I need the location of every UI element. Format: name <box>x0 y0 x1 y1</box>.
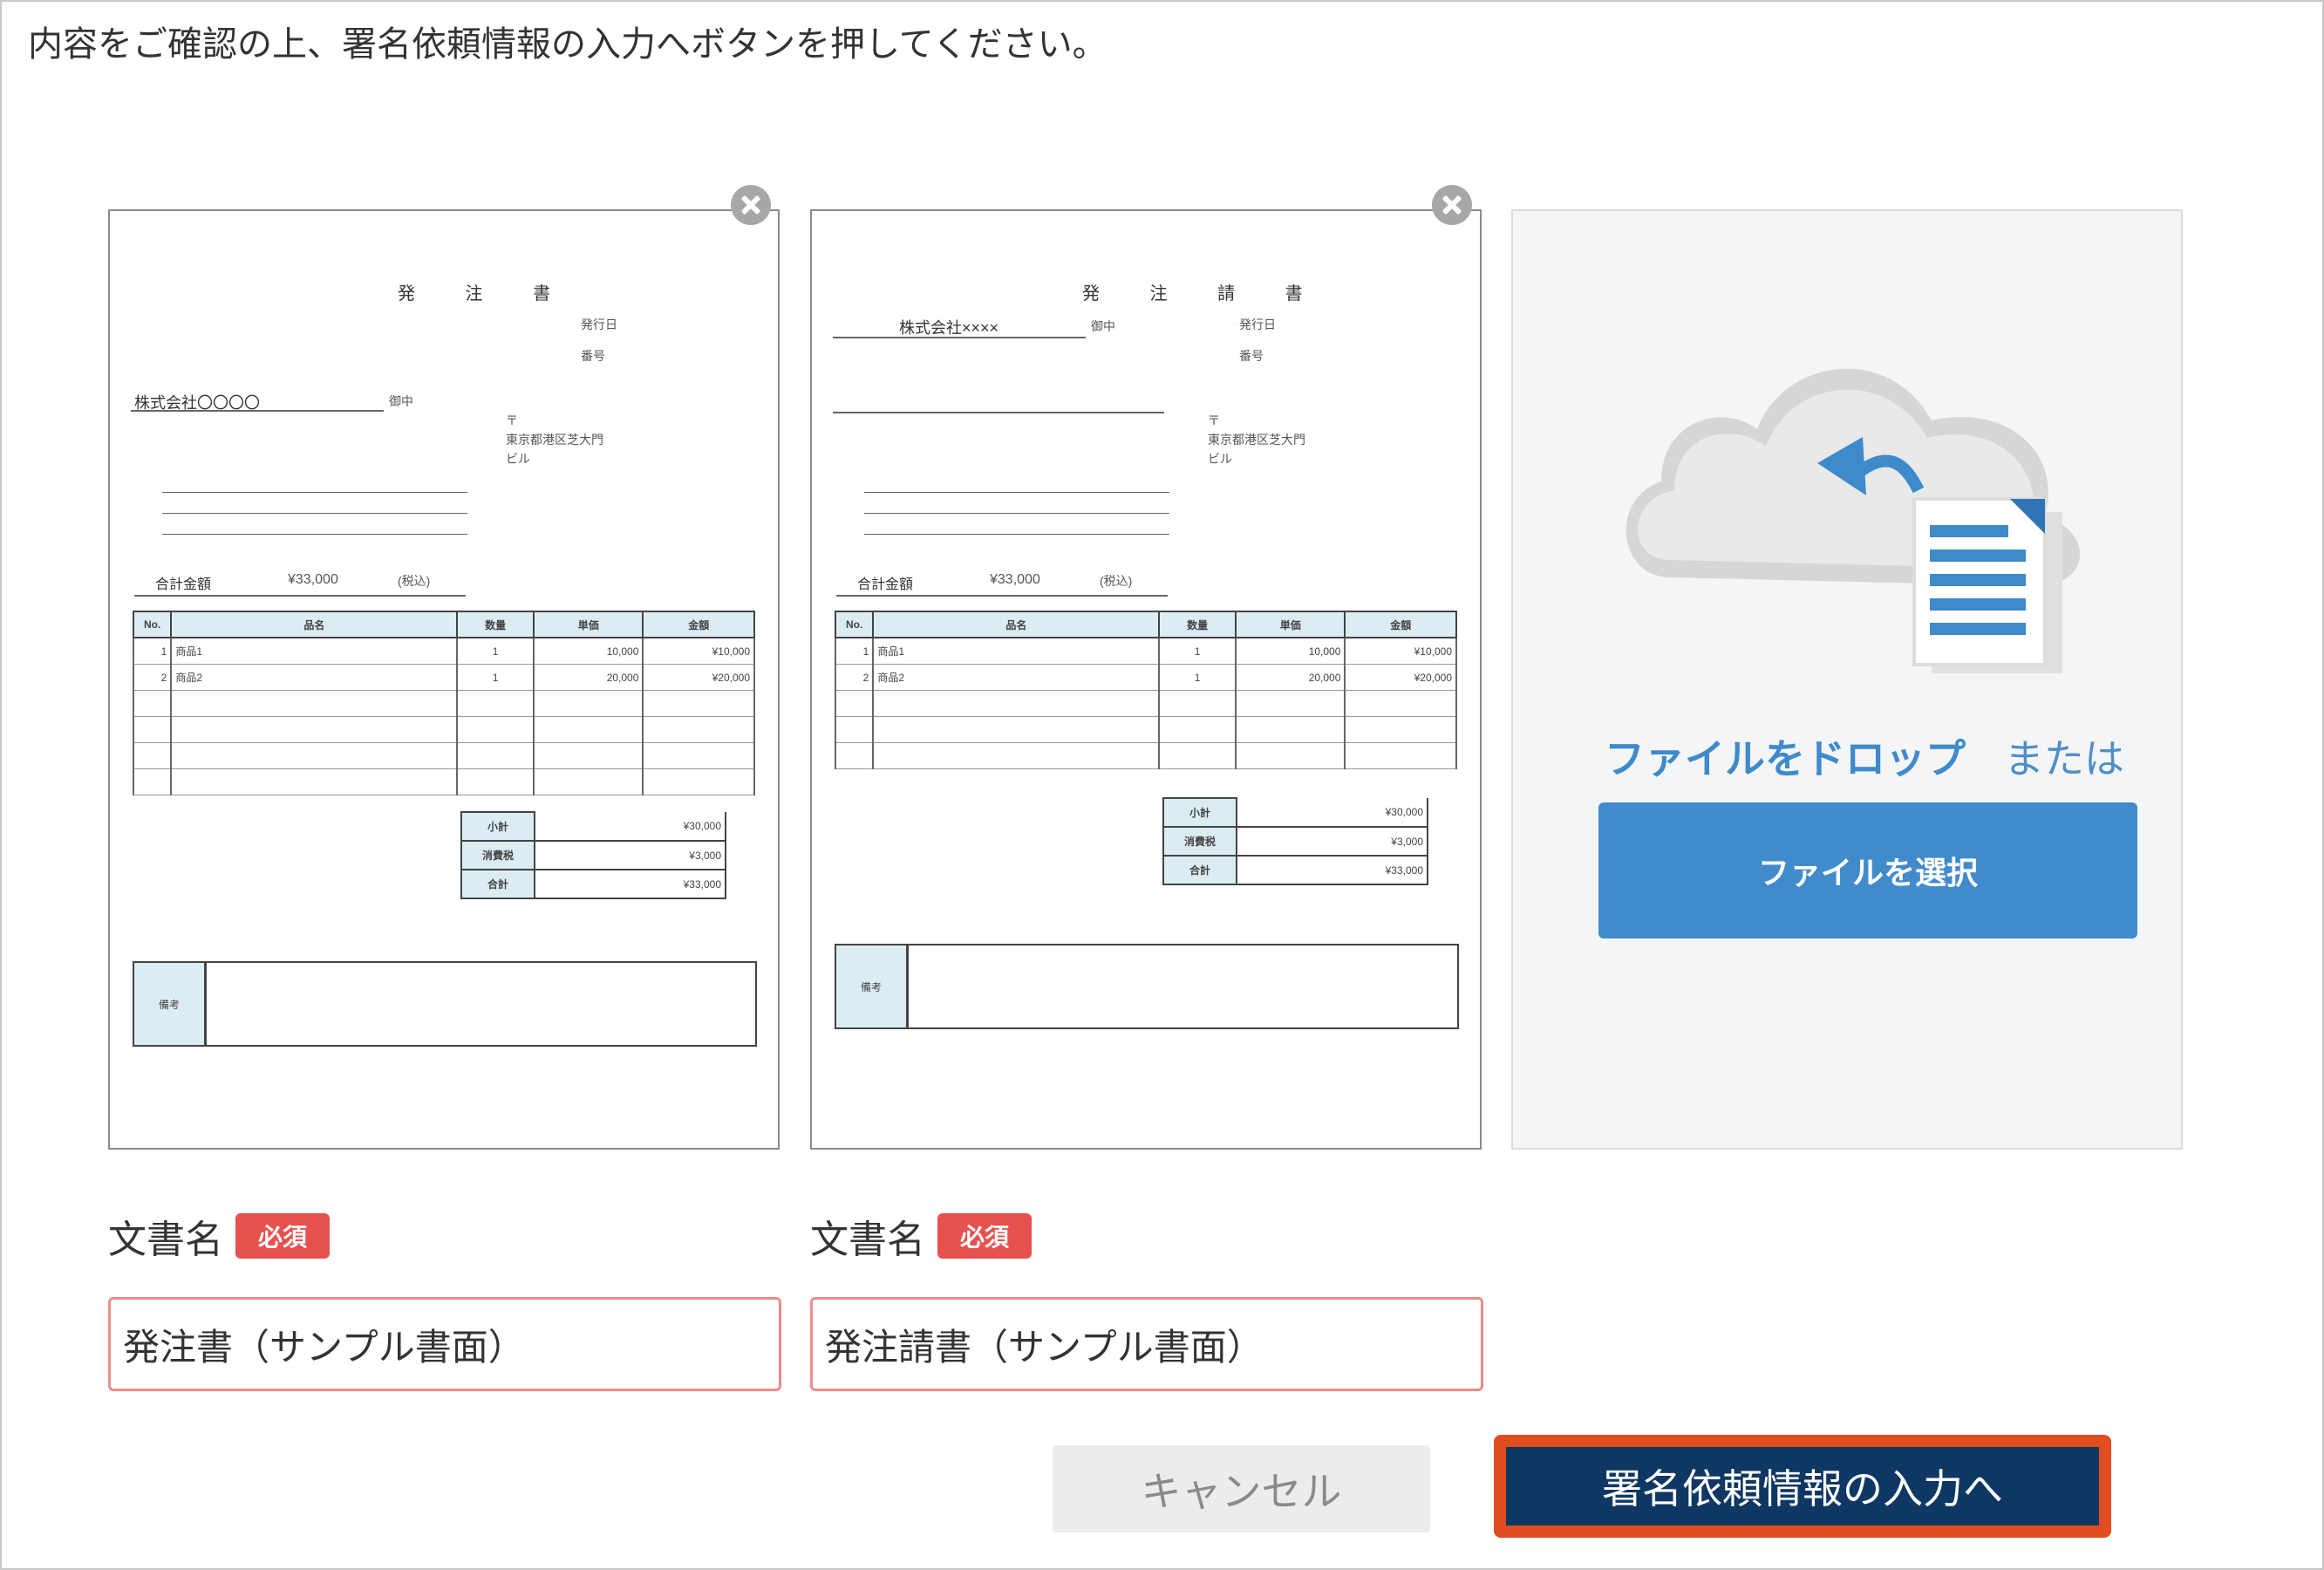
document-name-input-2[interactable] <box>810 1297 1483 1391</box>
doc-honorific: 御中 <box>389 394 413 408</box>
required-badge: 必須 <box>235 1213 331 1259</box>
select-file-button[interactable]: ファイルを選択 <box>1598 802 2137 939</box>
doc-items-table: No. 品名 数量 単価 金額 1 商品1 1 10,000 ¥10,000 2 商品2 1… <box>132 611 755 795</box>
table-row: 1 商品1 1 10,000 ¥10,000 <box>132 638 755 665</box>
document-name-label-2: 文書名 必須 <box>810 1208 1033 1264</box>
or-text: または <box>2004 735 2124 782</box>
doc-company: 株式会社×××× <box>899 319 999 337</box>
proceed-to-signature-request-button[interactable]: 署名依頼情報の入力へ <box>1506 1447 2099 1526</box>
table-row: 2 商品2 1 20,000 ¥20,000 <box>834 664 1457 691</box>
doc-summary-table: 小計 ¥30,000 消費税 ¥3,000 合計 ¥33,000 <box>1162 797 1428 885</box>
doc-note-box: 備考 <box>835 944 1459 1029</box>
table-row: 2 商品2 1 20,000 ¥20,000 <box>132 664 755 691</box>
doc-tax-note: (税込) <box>398 574 431 588</box>
doc-total-value: ¥33,000 <box>288 572 338 587</box>
doc-title: 発 注 書 <box>398 284 574 304</box>
remove-document-1-icon[interactable] <box>731 185 771 225</box>
doc-title: 発 注 請 書 <box>1082 284 1326 304</box>
cloud-upload-icon <box>1625 368 2081 673</box>
file-drop-zone[interactable] <box>1511 209 2183 1150</box>
doc-total-label: 合計金額 <box>155 577 212 592</box>
doc-note-box: 備考 <box>133 961 757 1047</box>
document-name-input-1[interactable] <box>108 1297 781 1391</box>
doc-total-label: 合計金額 <box>857 577 914 592</box>
doc-honorific: 御中 <box>1091 319 1115 333</box>
required-badge: 必須 <box>937 1213 1033 1259</box>
document-preview-2: 発 注 請 書 株式会社×××× 御中 発行日 番号 〒 東京都港区芝大門 ビル… <box>810 209 1482 1150</box>
document-thumbnail-2: 発 注 請 書 株式会社×××× 御中 発行日 番号 〒 東京都港区芝大門 ビル… <box>812 211 1480 1148</box>
table-row: 1 商品1 1 10,000 ¥10,000 <box>834 638 1457 665</box>
instruction-text: 内容をご確認の上、署名依頼情報の入力へボタンを押してください。 <box>28 24 1107 65</box>
document-thumbnail-1: 発 注 書 株式会社〇〇〇〇 御中 発行日 番号 〒 東京都港区芝大門 ビル 合… <box>110 211 778 1148</box>
drop-text: ファイルをドロップ <box>1605 735 1966 782</box>
doc-items-table: No. 品名 数量 単価 金額 1 商品1 1 10,000 ¥10,000 2 商品2 1… <box>834 611 1457 769</box>
doc-tax-note: (税込) <box>1100 574 1133 588</box>
drop-instruction: ファイルをドロップ または <box>1605 727 2124 785</box>
document-name-label-1: 文書名 必須 <box>108 1208 331 1264</box>
doc-summary-table: 小計 ¥30,000 消費税 ¥3,000 合計 ¥33,000 <box>460 811 726 899</box>
doc-total-value: ¥33,000 <box>990 572 1040 587</box>
remove-document-2-icon[interactable] <box>1432 185 1472 225</box>
cancel-button[interactable]: キャンセル <box>1053 1445 1430 1532</box>
document-preview-1: 発 注 書 株式会社〇〇〇〇 御中 発行日 番号 〒 東京都港区芝大門 ビル 合… <box>108 209 780 1150</box>
